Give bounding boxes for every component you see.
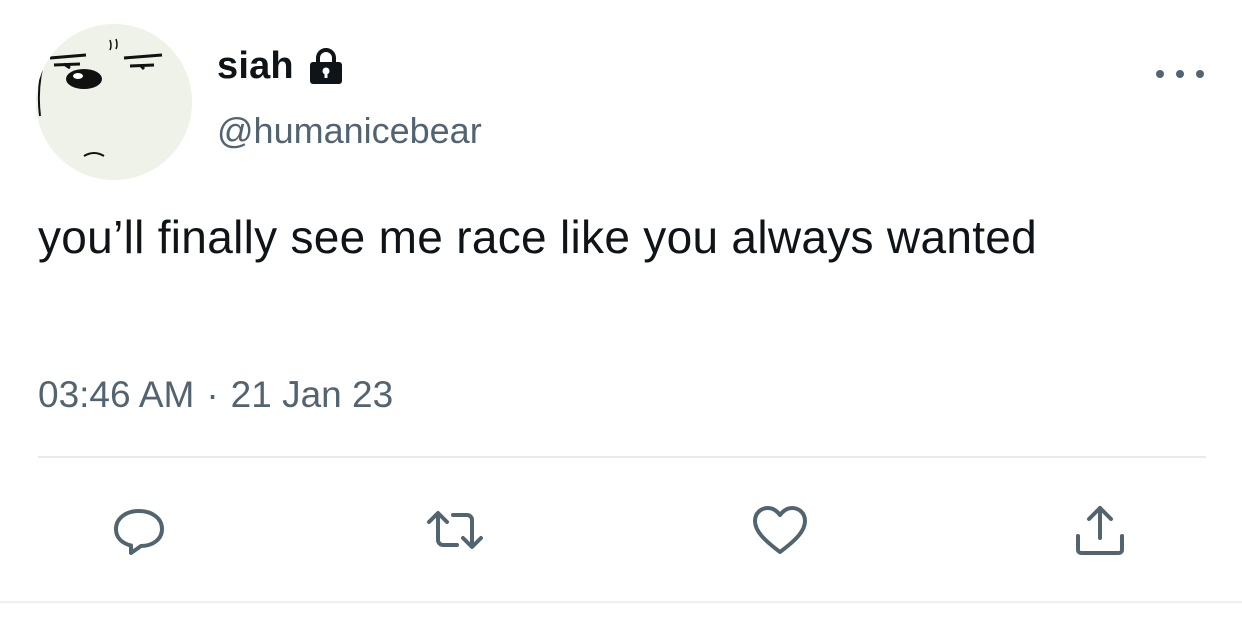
display-name-row: siah (217, 42, 346, 90)
like-button[interactable] (750, 500, 810, 560)
share-icon (1076, 506, 1124, 555)
retweet-icon (427, 511, 483, 549)
tweet-date: 21 Jan 23 (230, 374, 394, 415)
timestamp-separator: · (206, 374, 219, 415)
more-dot (1156, 70, 1164, 78)
retweet-button[interactable] (425, 500, 485, 560)
reply-icon (114, 509, 164, 555)
lock-icon (306, 46, 346, 86)
user-handle[interactable]: @humanicebear (217, 110, 482, 152)
more-icon[interactable] (1156, 62, 1204, 86)
tweet-text: you’ll finally see me race like you alwa… (38, 211, 1038, 263)
divider (38, 456, 1206, 458)
reply-button[interactable] (109, 500, 169, 560)
heart-icon (753, 506, 807, 554)
tweet-card: siah @humanicebear you’ll finally see me… (0, 0, 1242, 621)
bottom-divider (0, 601, 1242, 603)
tweet-time: 03:46 AM (38, 374, 195, 415)
more-dot (1176, 70, 1184, 78)
display-name[interactable]: siah (217, 45, 294, 88)
avatar-bear-face (36, 24, 192, 180)
timestamp[interactable]: 03:46 AM · 21 Jan 23 (38, 374, 393, 416)
more-dot (1196, 70, 1204, 78)
avatar[interactable] (36, 24, 192, 180)
share-button[interactable] (1070, 500, 1130, 560)
